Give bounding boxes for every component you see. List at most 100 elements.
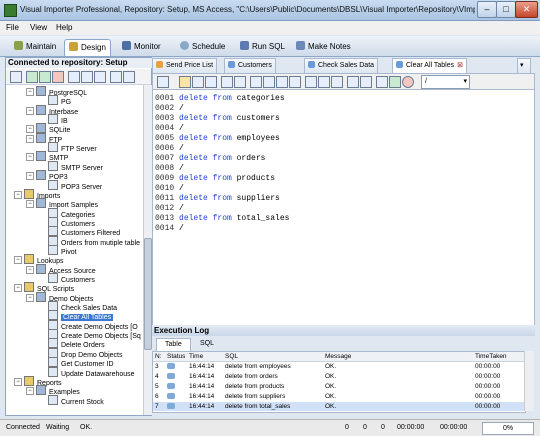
log-row[interactable]: 5 16:44:14 delete from products OK. 00:00:00 bbox=[153, 382, 525, 391]
status-ok-icon bbox=[167, 393, 175, 399]
indent-icon[interactable] bbox=[347, 76, 359, 88]
log-tab-table[interactable]: Table bbox=[156, 338, 191, 351]
tree-scrollbar-thumb[interactable] bbox=[144, 238, 152, 350]
menu-file[interactable]: File bbox=[6, 23, 19, 32]
log-column-header[interactable]: Status bbox=[167, 352, 185, 361]
find-icon[interactable] bbox=[305, 76, 317, 88]
stop-icon[interactable] bbox=[402, 76, 414, 88]
print-icon[interactable] bbox=[221, 76, 233, 88]
doc-tab-clear-all-tables[interactable]: Clear All Tables ⊠ bbox=[392, 58, 467, 73]
find-icon[interactable] bbox=[123, 71, 135, 83]
log-row[interactable]: 3 16:44:14 delete from employees OK. 00:00:0… bbox=[153, 362, 525, 371]
delete-icon[interactable] bbox=[52, 71, 64, 83]
tab-run-sql[interactable]: Run SQL bbox=[236, 39, 289, 55]
open-icon[interactable] bbox=[179, 76, 191, 88]
tree-expander[interactable]: − bbox=[14, 284, 22, 293]
tree-item-label: Update Datawarehouse bbox=[61, 370, 135, 378]
log-row[interactable]: 6 16:44:14 delete from suppliers OK. 00:00:0… bbox=[153, 392, 525, 401]
log-cell: OK. bbox=[325, 383, 337, 390]
paste-icon[interactable] bbox=[94, 71, 106, 83]
close-tab-icon[interactable]: ⊠ bbox=[457, 62, 463, 69]
tree-expander[interactable]: − bbox=[14, 190, 22, 199]
maximize-button[interactable]: □ bbox=[496, 1, 516, 18]
copy-icon[interactable] bbox=[81, 71, 93, 83]
doc-tab-send-price-list[interactable]: Send Price List bbox=[152, 58, 218, 73]
undo-icon[interactable] bbox=[289, 76, 301, 88]
log-row[interactable]: 7 16:44:14 delete from total_sales OK. 00:00… bbox=[153, 402, 525, 411]
log-cell: 6 bbox=[155, 393, 159, 400]
add-icon[interactable] bbox=[39, 71, 51, 83]
refresh-icon[interactable] bbox=[110, 71, 122, 83]
tree-expander[interactable]: − bbox=[14, 377, 22, 386]
sql-keyword: delete from bbox=[179, 114, 232, 123]
tree-expander[interactable]: − bbox=[26, 134, 34, 143]
comment-icon[interactable] bbox=[376, 76, 388, 88]
tab-monitor[interactable]: Monitor bbox=[118, 39, 165, 55]
menu-help[interactable]: Help bbox=[56, 23, 72, 32]
sql-keyword: delete from bbox=[179, 134, 232, 143]
doc-tab-customers[interactable]: Customers bbox=[224, 58, 276, 73]
log-column-header[interactable]: SQL bbox=[225, 352, 238, 361]
sql-editor[interactable]: 0001 delete from categories 0002 /0003 de… bbox=[152, 89, 535, 326]
tab-schedule[interactable]: Schedule bbox=[176, 39, 229, 55]
delimiter-select[interactable]: / ▾ bbox=[421, 75, 470, 89]
run-sql-icon bbox=[240, 41, 249, 50]
tree-expander[interactable]: − bbox=[26, 125, 34, 134]
tree-expander[interactable]: − bbox=[26, 106, 34, 115]
import-icon bbox=[228, 61, 235, 68]
tree-expander[interactable]: − bbox=[26, 293, 34, 302]
tree-expander[interactable]: − bbox=[26, 265, 34, 274]
preview-icon[interactable] bbox=[234, 76, 246, 88]
run-icon[interactable] bbox=[389, 76, 401, 88]
tree-expander[interactable]: − bbox=[26, 153, 34, 162]
paste-icon[interactable] bbox=[276, 76, 288, 88]
cut-icon[interactable] bbox=[68, 71, 80, 83]
tab-design[interactable]: Design bbox=[64, 39, 111, 56]
line-number: 0011 bbox=[155, 194, 175, 203]
tab-list-icon[interactable]: ▾ bbox=[517, 58, 531, 73]
cut-icon[interactable] bbox=[250, 76, 262, 88]
item-icon bbox=[36, 132, 46, 143]
monitor-icon bbox=[122, 41, 131, 50]
tree-expander[interactable]: − bbox=[26, 200, 34, 209]
tab-make-notes[interactable]: Make Notes bbox=[292, 39, 355, 55]
save-icon[interactable] bbox=[192, 76, 204, 88]
app-icon bbox=[4, 4, 17, 17]
new-icon[interactable] bbox=[26, 71, 38, 83]
find-next-icon[interactable] bbox=[318, 76, 330, 88]
tree-expander[interactable]: − bbox=[26, 172, 34, 181]
save-all-icon[interactable] bbox=[205, 76, 217, 88]
properties-icon[interactable] bbox=[157, 76, 169, 88]
tree-item[interactable]: Current Stock bbox=[48, 394, 104, 406]
log-column-header[interactable]: N: bbox=[155, 352, 162, 361]
properties-icon[interactable] bbox=[10, 71, 22, 83]
status-remaining: 00:00:00 bbox=[440, 424, 468, 431]
menu-view[interactable]: View bbox=[30, 23, 47, 32]
script-icon bbox=[156, 61, 163, 68]
log-cell: delete from suppliers bbox=[225, 393, 286, 400]
code-line: 0004 / bbox=[155, 124, 184, 134]
replace-icon[interactable] bbox=[331, 76, 343, 88]
log-cell: 16:44:14 bbox=[189, 393, 215, 400]
close-button[interactable]: ✕ bbox=[515, 1, 538, 18]
code-line: 0006 / bbox=[155, 144, 184, 154]
log-column-header[interactable]: Time bbox=[189, 352, 203, 361]
minimize-button[interactable]: – bbox=[477, 1, 497, 18]
line-number: 0014 bbox=[155, 224, 175, 233]
log-column-header[interactable]: TimeTaken bbox=[475, 352, 507, 361]
tree-expander[interactable]: − bbox=[14, 256, 22, 265]
copy-icon[interactable] bbox=[263, 76, 275, 88]
log-row[interactable]: 4 16:44:14 delete from orders OK. 00:00:00 bbox=[153, 372, 525, 381]
log-scrollbar[interactable] bbox=[524, 351, 534, 411]
log-tab-sql[interactable]: SQL bbox=[192, 338, 222, 350]
tree-expander[interactable]: − bbox=[26, 88, 34, 96]
line-number: 0012 bbox=[155, 204, 175, 213]
sql-keyword: delete from bbox=[179, 94, 232, 103]
code-line: 0014 / bbox=[155, 224, 184, 234]
doc-tab-check-sales-data[interactable]: Check Sales Data bbox=[304, 58, 379, 73]
tree-expander[interactable]: − bbox=[26, 387, 34, 396]
outdent-icon[interactable] bbox=[360, 76, 372, 88]
tab-maintain[interactable]: Maintain bbox=[10, 39, 60, 55]
log-column-header[interactable]: Message bbox=[325, 352, 351, 361]
sql-keyword: delete from bbox=[179, 194, 232, 203]
